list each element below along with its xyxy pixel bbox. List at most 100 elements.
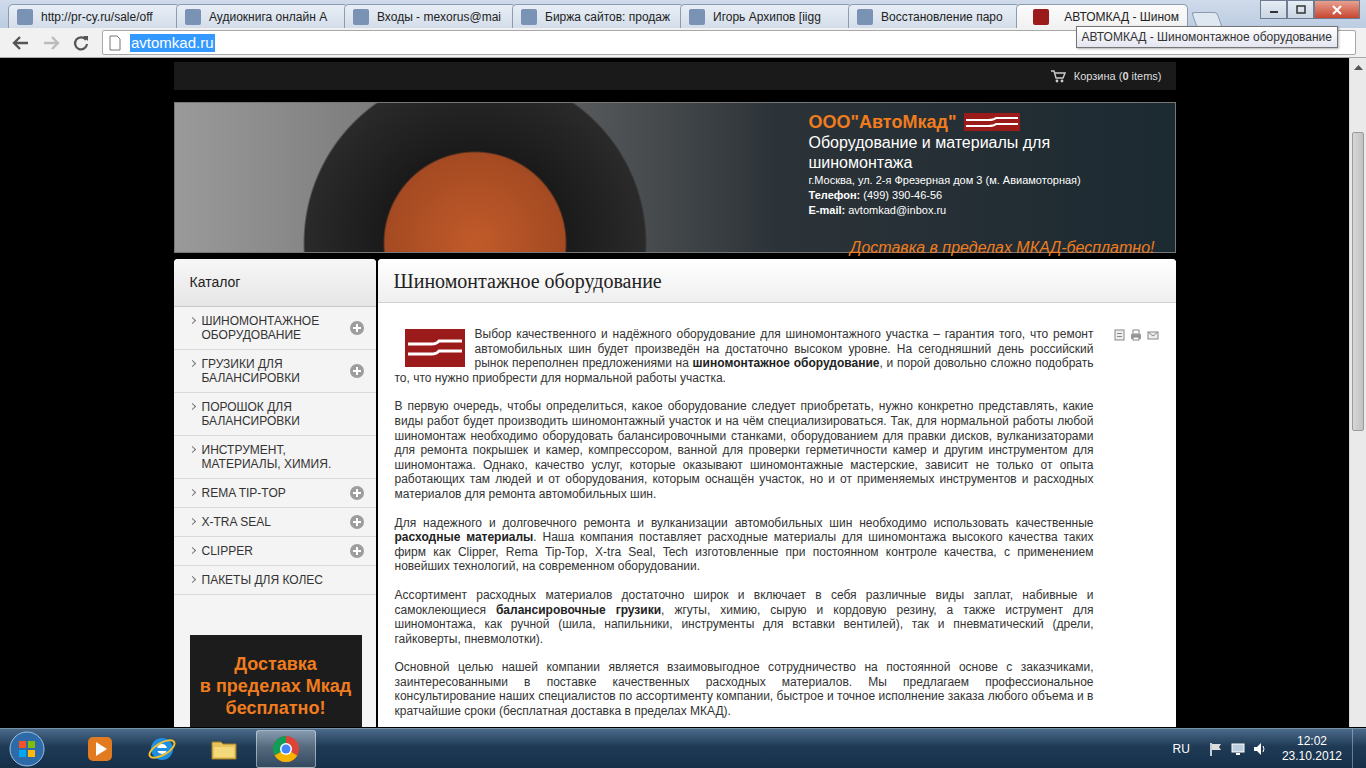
network-icon[interactable]: [1230, 741, 1246, 757]
expand-plus-icon[interactable]: [350, 486, 364, 500]
article-paragraph: Выбор качественного и надёжного оборудов…: [395, 327, 1094, 385]
text-segment: Для надежного и долговечного ремонта и в…: [395, 516, 1094, 530]
expand-plus-icon[interactable]: [350, 544, 364, 558]
company-name: ООО"АвтоМкад": [809, 111, 957, 133]
windows-logo-icon: [9, 731, 45, 767]
forward-arrow-icon: [42, 35, 60, 51]
maximize-icon: [1296, 5, 1306, 14]
catalog-item[interactable]: X-TRA SEAL: [174, 508, 376, 537]
browser-tab[interactable]: Входы - mexorus@mai: [344, 4, 516, 28]
tab-tooltip: АВТОМКАД - Шиномонтажное оборудование: [1076, 26, 1338, 48]
taskbar: RU 12:0223.10.2012: [0, 728, 1366, 768]
catalog-item[interactable]: ИНСТРУМЕНТ, МАТЕРИАЛЫ, ХИМИЯ.: [174, 436, 376, 479]
catalog-item-label[interactable]: ПАКЕТЫ ДЛЯ КОЛЕС: [202, 573, 324, 587]
expand-plus-icon[interactable]: [350, 515, 364, 529]
tab-label[interactable]: http://pr-cy.ru/sale/off: [41, 8, 153, 26]
catalog-item[interactable]: ШИНОМОНТАЖНОЕ ОБОРУДОВАНИЕ: [174, 307, 376, 350]
catalog-sidebar: Каталог ШИНОМОНТАЖНОЕ ОБОРУДОВАНИЕГРУЗИК…: [174, 259, 376, 727]
favicon-icon: [17, 9, 33, 25]
article: Выбор качественного и надёжного оборудов…: [395, 327, 1094, 727]
favicon-icon: [1033, 9, 1049, 25]
tab-label[interactable]: Входы - mexorus@mai: [377, 8, 501, 26]
maximize-button[interactable]: [1287, 0, 1314, 19]
taskbar-app[interactable]: [70, 730, 130, 768]
catalog-item-label[interactable]: ШИНОМОНТАЖНОЕ ОБОРУДОВАНИЕ: [202, 314, 320, 342]
expand-plus-icon[interactable]: [350, 364, 364, 378]
page-viewport: Корзина (0 items) ООО"АвтоМкад" Оборудов…: [0, 58, 1366, 727]
catalog-item[interactable]: CLIPPER: [174, 537, 376, 566]
start-button[interactable]: [0, 731, 54, 767]
favicon-icon: [857, 9, 873, 25]
keyword-link[interactable]: шиномонтажное оборудование: [693, 356, 880, 370]
article-paragraph: Ассортимент расходных материалов достато…: [395, 588, 1094, 646]
speaker-icon[interactable]: [1252, 741, 1268, 757]
minimize-icon: [1269, 6, 1279, 14]
tab-label[interactable]: Аудиокнига онлайн А: [209, 8, 327, 26]
url-text[interactable]: avtomkad.ru: [130, 34, 215, 52]
catalog-item-label[interactable]: ИНСТРУМЕНТ, МАТЕРИАЛЫ, ХИМИЯ.: [202, 443, 332, 471]
expand-plus-icon[interactable]: [350, 321, 364, 335]
catalog-item-label[interactable]: ПОРОШОК ДЛЯ БАЛАНСИРОВКИ: [202, 400, 300, 428]
tab-label[interactable]: Восстановление паро: [881, 8, 1003, 26]
tab-label[interactable]: Биржа сайтов: продаж: [545, 8, 670, 26]
email-icon[interactable]: [1147, 329, 1159, 341]
promo-line[interactable]: Доставка: [196, 653, 356, 675]
keyword-link[interactable]: расходные материалы: [395, 530, 534, 544]
print-icon[interactable]: [1130, 329, 1142, 341]
close-button[interactable]: [1314, 0, 1360, 19]
company-address: г.Москва, ул. 2-я Фрезерная дом 3 (м. Ав…: [809, 173, 1155, 188]
chrome-icon: [271, 734, 301, 764]
tab-label[interactable]: АВТОМКАД - Шином: [1064, 8, 1179, 26]
content-title: Шиномонтажное оборудование: [378, 259, 1176, 303]
delivery-promo[interactable]: Доставкав пределах Мкадбесплатно!: [190, 635, 362, 727]
banner: ООО"АвтоМкад" Оборудование и материалы д…: [174, 102, 1176, 253]
tab-strip: http://pr-cy.ru/sale/off Аудиокнига онлай…: [0, 0, 1366, 28]
pdf-icon[interactable]: [1114, 329, 1125, 341]
promo-line[interactable]: бесплатно!: [196, 697, 356, 719]
favicon-icon: [521, 9, 537, 25]
language-indicator[interactable]: RU: [1173, 740, 1190, 758]
minimize-button[interactable]: [1260, 0, 1287, 19]
cart-link[interactable]: Корзина (0 items): [1074, 68, 1162, 85]
clock[interactable]: 12:0223.10.2012: [1282, 734, 1342, 764]
catalog-item[interactable]: ГРУЗИКИ ДЛЯ БАЛАНСИРОВКИ: [174, 350, 376, 393]
keyword-link[interactable]: балансировочные грузики: [496, 603, 661, 617]
favicon-icon: [689, 9, 705, 25]
action-center-flag-icon[interactable]: [1208, 741, 1224, 757]
back-button[interactable]: [6, 29, 36, 57]
article-paragraph: Для надежного и долговечного ремонта и в…: [395, 516, 1094, 574]
forward-button[interactable]: [36, 29, 66, 57]
delivery-note: Доставка в пределах МКАД-бесплатно!: [809, 236, 1155, 260]
show-desktop-button[interactable]: [1352, 729, 1366, 768]
article-paragraph: Основной целью нашей компании является в…: [395, 660, 1094, 718]
browser-tab[interactable]: АВТОМКАД - Шином: [1016, 4, 1188, 28]
catalog-item-label[interactable]: REMA TIP-TOP: [202, 486, 286, 500]
taskbar-app[interactable]: [256, 730, 316, 768]
company-logo-icon: [964, 113, 1020, 131]
catalog-item-label[interactable]: CLIPPER: [202, 544, 253, 558]
tab-label[interactable]: Игорь Архипов [iigg: [713, 8, 821, 26]
taskbar-app[interactable]: [194, 730, 254, 768]
catalog-item[interactable]: REMA TIP-TOP: [174, 479, 376, 508]
browser-tab[interactable]: Аудиокнига онлайн А: [176, 4, 348, 28]
catalog-item[interactable]: ПАКЕТЫ ДЛЯ КОЛЕС: [174, 566, 376, 595]
reload-button[interactable]: [66, 29, 96, 57]
promo-line[interactable]: в пределах Мкад: [196, 675, 356, 697]
favicon-icon: [353, 9, 369, 25]
scroll-thumb[interactable]: [1352, 132, 1364, 430]
catalog-item-label[interactable]: X-TRA SEAL: [202, 515, 271, 529]
browser-tab[interactable]: Восстановление паро: [848, 4, 1020, 28]
taskbar-app[interactable]: [132, 730, 192, 768]
browser-tab[interactable]: http://pr-cy.ru/sale/off: [8, 4, 180, 28]
catalog-item[interactable]: ПОРОШОК ДЛЯ БАЛАНСИРОВКИ: [174, 393, 376, 436]
catalog-item-label[interactable]: ГРУЗИКИ ДЛЯ БАЛАНСИРОВКИ: [202, 357, 300, 385]
browser-tab[interactable]: Игорь Архипов [iigg: [680, 4, 852, 28]
scrollbar[interactable]: [1349, 58, 1366, 727]
cart-icon: [1050, 69, 1066, 83]
text-segment: В первую очередь, чтобы определиться, ка…: [395, 399, 1094, 501]
close-icon: [1331, 5, 1343, 15]
text-segment: Основной целью нашей компании является в…: [395, 660, 1094, 718]
browser-tab[interactable]: Биржа сайтов: продаж: [512, 4, 684, 28]
window-controls: [1260, 0, 1360, 19]
scroll-up-icon[interactable]: [1354, 64, 1363, 70]
